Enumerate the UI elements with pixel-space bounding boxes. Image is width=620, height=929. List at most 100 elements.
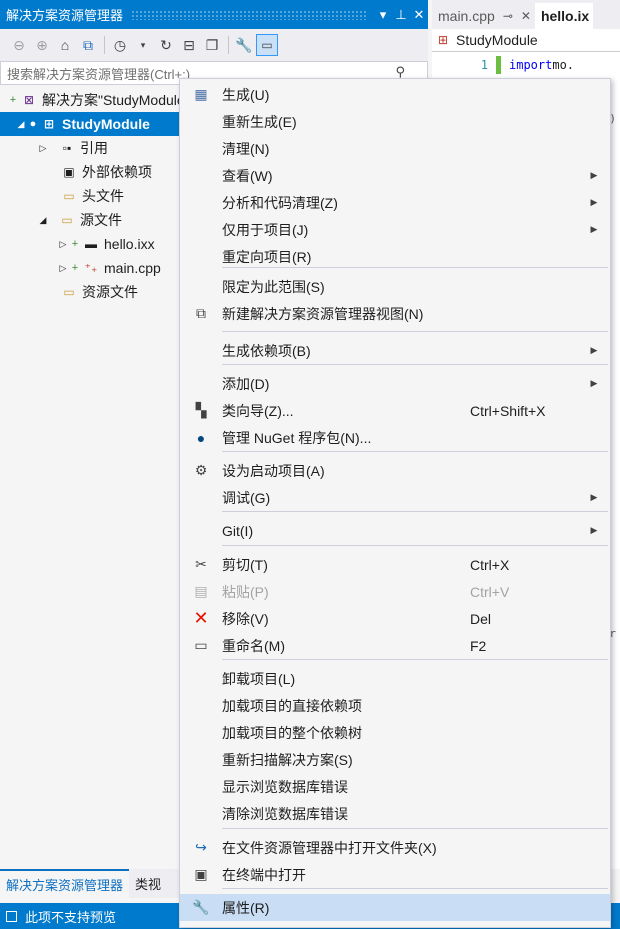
pending-add-icon: + bbox=[71, 238, 79, 250]
menu-item[interactable]: 清除浏览数据库错误 bbox=[180, 800, 610, 827]
collapsed-arrow-icon[interactable]: ▷ bbox=[56, 263, 70, 274]
show-all-files-icon[interactable]: ❐ bbox=[201, 34, 223, 56]
menu-item[interactable]: ▚ 类向导(Z)... Ctrl+Shift+X bbox=[180, 397, 610, 424]
code-keyword: import bbox=[509, 58, 553, 72]
menu-item-label: 显示浏览数据库错误 bbox=[222, 778, 348, 795]
pin-icon[interactable]: ⊥ bbox=[392, 7, 410, 23]
menu-item-label: 管理 NuGet 程序包(N)... bbox=[222, 429, 372, 446]
tab-solution-explorer[interactable]: 解决方案资源管理器 bbox=[0, 869, 130, 898]
menu-item-label: 限定为此范围(S) bbox=[222, 278, 325, 295]
pending-add-icon: + bbox=[9, 94, 17, 106]
close-icon[interactable]: ✕ bbox=[521, 9, 531, 23]
change-marker bbox=[496, 56, 501, 74]
home-icon[interactable]: ⌂ bbox=[54, 34, 76, 56]
menu-item: ▤ 粘贴(P) Ctrl+V bbox=[180, 578, 610, 605]
back-icon[interactable]: ⊖ bbox=[8, 34, 30, 56]
tree-item-label: hello.ixx bbox=[104, 236, 155, 252]
tree-item-label: 源文件 bbox=[80, 212, 122, 228]
menu-item-label: 新建解决方案资源管理器视图(N) bbox=[222, 305, 424, 322]
menu-item-label: 重新生成(E) bbox=[222, 113, 297, 130]
forward-icon[interactable]: ⊕ bbox=[31, 34, 53, 56]
collapsed-arrow-icon[interactable]: ▷ bbox=[36, 143, 50, 154]
menu-item-label: 重新扫描解决方案(S) bbox=[222, 751, 353, 768]
menu-item[interactable]: 清理(N) bbox=[180, 135, 610, 162]
menu-separator bbox=[222, 888, 608, 889]
menu-item[interactable]: 分析和代码清理(Z) ▶ bbox=[180, 189, 610, 216]
expand-arrow-icon[interactable]: ◢ bbox=[36, 215, 50, 226]
dropdown-icon[interactable]: ▾ bbox=[374, 7, 392, 23]
collapse-all-icon[interactable]: ⊟ bbox=[178, 34, 200, 56]
menu-item[interactable]: ⧉ 新建解决方案资源管理器视图(N) bbox=[180, 300, 610, 327]
tab-class-view[interactable]: 类视 bbox=[129, 870, 167, 897]
menu-separator bbox=[222, 659, 608, 660]
menu-item[interactable]: ▦ 生成(U) bbox=[180, 81, 610, 108]
external-deps-icon: ▣ bbox=[63, 165, 75, 179]
title-grip bbox=[131, 9, 366, 20]
menu-item[interactable]: ● 管理 NuGet 程序包(N)... bbox=[180, 424, 610, 451]
menu-item[interactable]: 重新生成(E) bbox=[180, 108, 610, 135]
menu-separator bbox=[222, 331, 608, 332]
menu-item-label: 分析和代码清理(Z) bbox=[222, 194, 338, 211]
menu-item-shortcut: Ctrl+X bbox=[470, 556, 510, 573]
menu-item[interactable]: 加载项目的直接依赖项 bbox=[180, 692, 610, 719]
menu-icon-slot bbox=[180, 746, 222, 773]
menu-item-label: 添加(D) bbox=[222, 375, 270, 392]
editor-navigation-bar[interactable]: ⊞ StudyModule bbox=[432, 29, 620, 52]
rename-icon: ▭ bbox=[194, 637, 208, 653]
status-icon bbox=[6, 910, 17, 922]
menu-item[interactable]: 重新扫描解决方案(S) bbox=[180, 746, 610, 773]
menu-item[interactable]: 卸载项目(L) bbox=[180, 665, 610, 692]
chevron-down-icon[interactable]: ▾ bbox=[132, 34, 154, 56]
menu-item[interactable]: ✂ 剪切(T) Ctrl+X bbox=[180, 551, 610, 578]
menu-item[interactable]: 添加(D) ▶ bbox=[180, 370, 610, 397]
menu-item[interactable]: ⚙ 设为启动项目(A) bbox=[180, 457, 610, 484]
pending-changes-icon[interactable]: ◷ bbox=[109, 34, 131, 56]
paste-icon: ▤ bbox=[194, 583, 208, 599]
collapsed-arrow-icon[interactable]: ▷ bbox=[56, 239, 70, 250]
menu-item[interactable]: ▣ 在终端中打开 bbox=[180, 861, 610, 888]
menu-item-shortcut: Del bbox=[470, 610, 492, 627]
menu-item[interactable]: 调试(G) ▶ bbox=[180, 484, 610, 511]
refresh-icon[interactable]: ↻ bbox=[155, 34, 177, 56]
menu-item-label: 粘贴(P) bbox=[222, 583, 269, 600]
toolbar-separator bbox=[228, 36, 229, 54]
submenu-arrow-icon: ▶ bbox=[590, 492, 598, 502]
submenu-arrow-icon: ▶ bbox=[590, 197, 598, 207]
menu-item[interactable]: ✕ 移除(V) Del bbox=[180, 605, 610, 632]
filter-folder-icon: ▭ bbox=[63, 189, 75, 203]
menu-icon-slot bbox=[180, 337, 222, 364]
editor-tab-hello[interactable]: hello.ix bbox=[534, 3, 594, 29]
menu-item[interactable]: 显示浏览数据库错误 bbox=[180, 773, 610, 800]
solution-icon: ⊠ bbox=[23, 93, 35, 107]
menu-item[interactable]: ▭ 重命名(M) F2 bbox=[180, 632, 610, 659]
nav-project-label: StudyModule bbox=[456, 32, 538, 48]
menu-item[interactable]: 🔧 属性(R) bbox=[180, 894, 610, 921]
editor-tab-main[interactable]: main.cpp ⊸ ✕ bbox=[432, 3, 535, 29]
open-folder-icon: ↪ bbox=[195, 839, 207, 855]
expand-arrow-icon[interactable]: ◢ bbox=[14, 119, 28, 130]
menu-item[interactable]: Git(I) ▶ bbox=[180, 517, 610, 544]
menu-item-label: 生成依赖项(B) bbox=[222, 342, 311, 359]
menu-item[interactable]: 重定向项目(R) bbox=[180, 243, 610, 270]
menu-item[interactable]: ↪ 在文件资源管理器中打开文件夹(X) bbox=[180, 834, 610, 861]
pin-icon[interactable]: ⊸ bbox=[503, 9, 513, 23]
submenu-arrow-icon: ▶ bbox=[590, 224, 598, 234]
tree-item-label: 头文件 bbox=[82, 188, 124, 204]
switch-views-icon[interactable]: ⧉ bbox=[77, 34, 99, 56]
close-icon[interactable]: ✕ bbox=[410, 7, 428, 23]
editor-tab-strip: main.cpp ⊸ ✕ hello.ix bbox=[432, 0, 620, 29]
menu-icon-slot bbox=[180, 108, 222, 135]
menu-icon-slot bbox=[180, 484, 222, 511]
menu-item[interactable]: 生成依赖项(B) ▶ bbox=[180, 337, 610, 364]
preview-selected-icon[interactable]: ▭ bbox=[256, 34, 278, 56]
references-icon: ▫▪ bbox=[62, 141, 72, 155]
menu-item[interactable]: 查看(W) ▶ bbox=[180, 162, 610, 189]
menu-item[interactable]: 限定为此范围(S) bbox=[180, 273, 610, 300]
menu-separator bbox=[222, 364, 608, 365]
menu-item-shortcut: F2 bbox=[470, 637, 487, 654]
menu-item[interactable]: 加载项目的整个依赖树 bbox=[180, 719, 610, 746]
properties-wrench-icon[interactable]: 🔧 bbox=[233, 34, 255, 56]
menu-item[interactable]: 仅用于项目(J) ▶ bbox=[180, 216, 610, 243]
tree-item-label: 引用 bbox=[80, 140, 108, 156]
pending-add-icon: + bbox=[71, 262, 79, 274]
